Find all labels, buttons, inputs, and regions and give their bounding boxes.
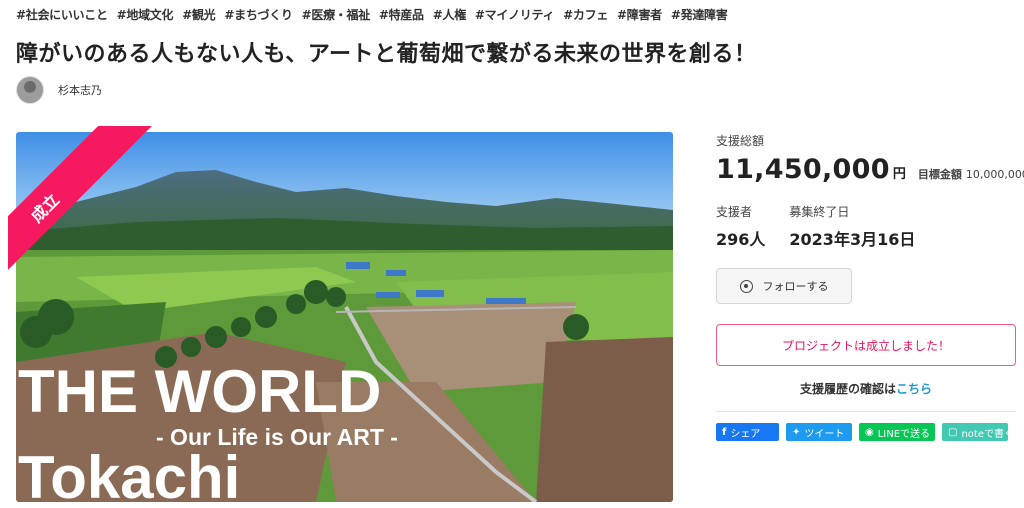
tag-link[interactable]: #観光: [182, 6, 215, 23]
support-history-text: 支援履歴の確認は: [799, 382, 896, 396]
landscape-photo: THE WORLD - Our Life is Our ART - Tokach…: [16, 132, 673, 502]
tag-link[interactable]: #まちづくり: [224, 6, 293, 23]
funding-panel: 支援総額 11,450,000 円 目標金額 10,000,000円 支援者 2…: [716, 132, 1024, 441]
support-history-link[interactable]: こちら: [896, 382, 932, 396]
hero-title-line3: Tokachi: [18, 444, 240, 502]
currency-unit: 円: [892, 167, 906, 182]
share-buttons: f シェア ✦ ツイート ◉ LINEで送る ▢ noteで書く: [716, 423, 1016, 441]
tag-link[interactable]: #障害者: [617, 6, 662, 23]
supporters-count: 296人: [716, 230, 766, 249]
note-share-label: noteで書く: [961, 428, 1014, 440]
goal-label: 目標金額: [917, 168, 962, 181]
note-share-button[interactable]: ▢ noteで書く: [942, 423, 1014, 441]
follow-button[interactable]: フォローする: [716, 268, 852, 304]
twitter-share-button[interactable]: ✦ ツイート: [786, 423, 852, 441]
support-history: 支援履歴の確認はこちら: [716, 380, 1016, 397]
facebook-icon: f: [722, 426, 727, 438]
goal-amount: 10,000,000円: [965, 168, 1024, 181]
tag-link[interactable]: #社会にいいこと: [16, 6, 108, 23]
stats-row: 支援者 296人 募集終了日 2023年3月16日: [716, 203, 1016, 250]
line-icon: ◉: [865, 426, 874, 438]
page-title: 障がいのある人もない人も、アートと葡萄畑で繋がる未来の世界を創る！: [16, 42, 757, 67]
tag-link[interactable]: #医療・福祉: [302, 6, 371, 23]
tag-link[interactable]: #カフェ: [563, 6, 608, 23]
supporters-label: 支援者: [716, 205, 753, 219]
divider: [716, 411, 1016, 412]
facebook-share-button[interactable]: f シェア: [716, 423, 779, 441]
line-share-button[interactable]: ◉ LINEで送る: [859, 423, 935, 441]
tag-link[interactable]: #人権: [433, 6, 466, 23]
total-amount: 11,450,000: [716, 154, 890, 185]
hero-title-line1: THE WORLD: [18, 358, 381, 425]
tag-link[interactable]: #地域文化: [117, 6, 174, 23]
follow-icon: [739, 279, 753, 293]
end-date-label: 募集終了日: [789, 205, 850, 219]
avatar[interactable]: [16, 76, 44, 104]
facebook-share-label: シェア: [730, 428, 761, 440]
twitter-icon: ✦: [792, 426, 801, 438]
total-label: 支援総額: [716, 134, 765, 148]
tag-list: #社会にいいこと #地域文化 #観光 #まちづくり #医療・福祉 #特産品 #人…: [16, 6, 728, 23]
tag-link[interactable]: #発達障害: [671, 6, 728, 23]
tag-link[interactable]: #特産品: [379, 6, 424, 23]
end-date: 2023年3月16日: [789, 230, 916, 249]
hero-image: THE WORLD - Our Life is Our ART - Tokach…: [16, 132, 673, 502]
line-share-label: LINEで送る: [877, 428, 931, 440]
follow-label: フォローする: [762, 280, 829, 293]
project-success-message: プロジェクトは成立しました！: [716, 324, 1016, 366]
author[interactable]: 杉本志乃: [16, 76, 102, 104]
note-icon: ▢: [948, 426, 958, 438]
author-name[interactable]: 杉本志乃: [58, 82, 102, 98]
tag-link[interactable]: #マイノリティ: [475, 6, 555, 23]
twitter-share-label: ツイート: [804, 428, 845, 440]
